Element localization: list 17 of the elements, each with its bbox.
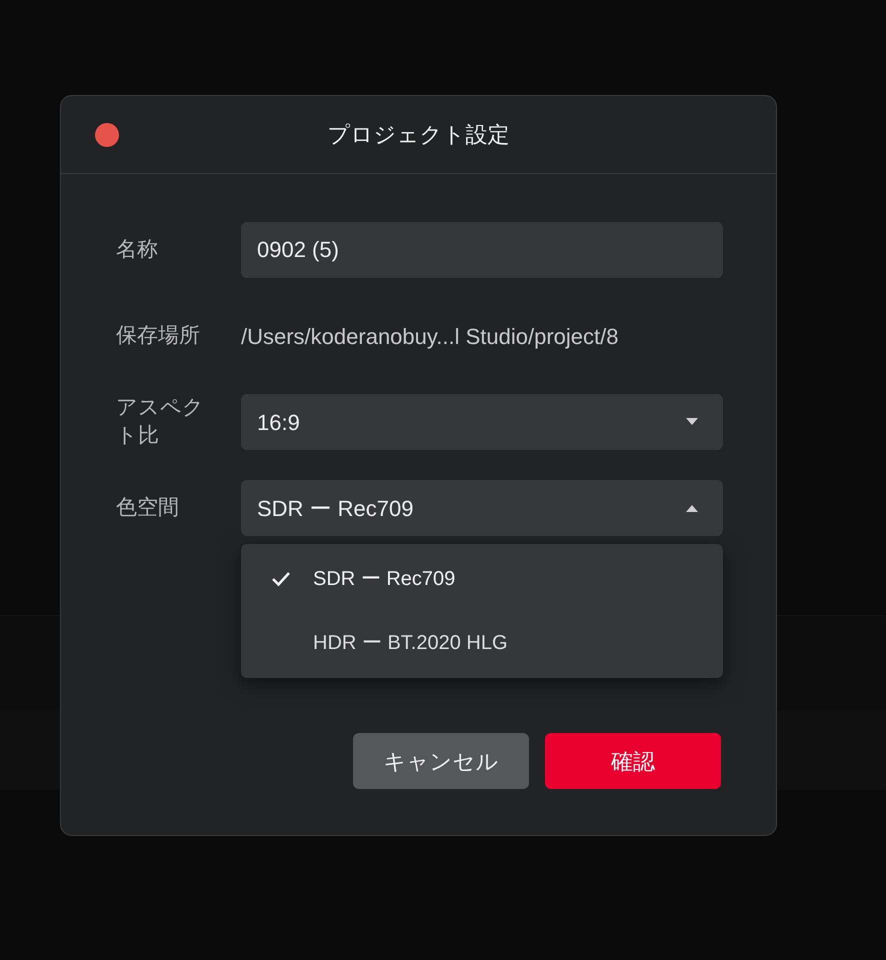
select-dropdown[interactable]: 16:9 [241, 394, 723, 450]
field-label: 色空間 [116, 495, 180, 521]
confirm-button[interactable]: 確認 [545, 733, 721, 789]
caret-up-icon [685, 504, 699, 512]
dropdown-option[interactable]: HDR ー BT.2020 HLG [241, 611, 723, 675]
field-label: アスペクト比 [116, 395, 205, 449]
name-input-field[interactable]: 0902 (5) [241, 222, 723, 278]
save-location-path: /Users/koderanobuy...l Studio/project/8 [241, 322, 618, 351]
dialog-title: プロジェクト設定 [328, 121, 510, 149]
field-label: 保存場所 [116, 323, 201, 349]
caret-down-icon [685, 418, 699, 426]
select-dropdown[interactable]: SDR ー Rec709 [241, 480, 723, 536]
cancel-button[interactable]: キャンセル [353, 733, 529, 789]
dropdown-option[interactable]: SDR ー Rec709 [241, 547, 723, 611]
close-button[interactable] [95, 123, 119, 147]
checkmark-icon [271, 571, 291, 587]
field-label: 名称 [116, 237, 159, 263]
